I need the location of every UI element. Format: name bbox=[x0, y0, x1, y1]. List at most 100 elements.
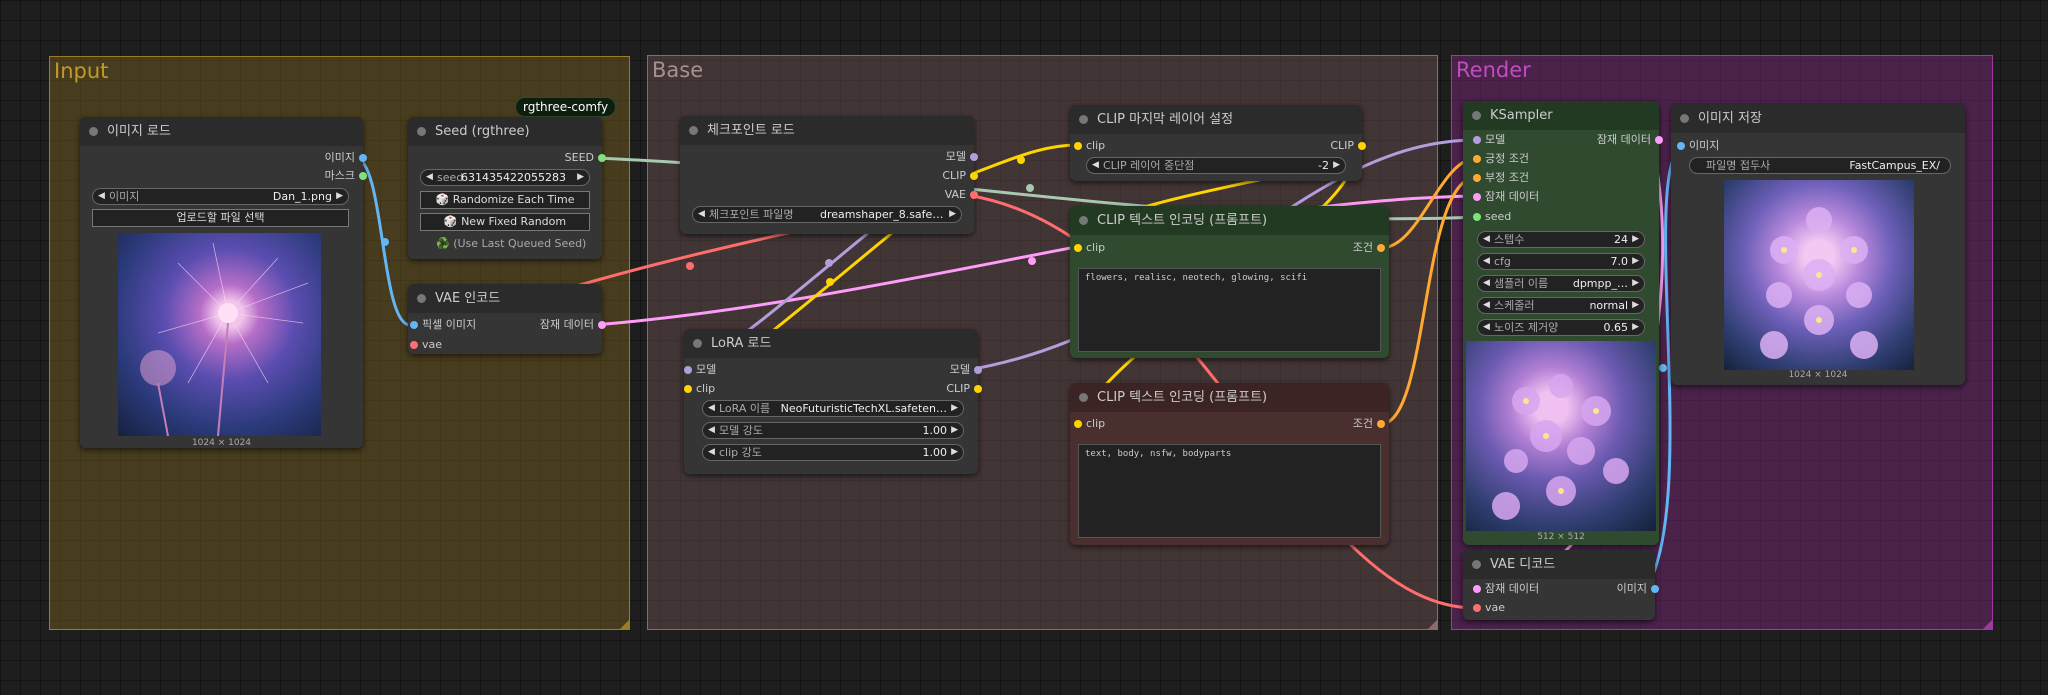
arrow-left-icon[interactable]: ◀ bbox=[708, 423, 715, 438]
slot-dot[interactable] bbox=[1074, 244, 1082, 252]
slot-dot[interactable] bbox=[974, 385, 982, 393]
arrow-right-icon[interactable]: ▶ bbox=[336, 189, 343, 204]
node-ksampler[interactable]: KSampler 모델 긍정 조건 부정 조건 잠재 데이터 seed 잠재 데… bbox=[1463, 101, 1663, 545]
input-model[interactable]: 모델 bbox=[1473, 133, 1505, 147]
slot-dot[interactable] bbox=[1473, 604, 1481, 612]
slot-dot[interactable] bbox=[1655, 136, 1663, 144]
node-title[interactable]: 이미지 저장 bbox=[1671, 104, 1965, 133]
node-title[interactable]: Seed (rgthree) bbox=[408, 117, 602, 146]
denoise-widget[interactable]: ◀ 노이즈 제거양 0.65 ▶ bbox=[1477, 319, 1645, 336]
input-vae[interactable]: vae bbox=[1473, 601, 1505, 615]
slot-dot[interactable] bbox=[974, 366, 982, 374]
arrow-left-icon[interactable]: ◀ bbox=[1483, 298, 1490, 313]
slot-dot[interactable] bbox=[684, 366, 692, 374]
collapse-dot[interactable] bbox=[1472, 111, 1481, 120]
checkpoint-combo[interactable]: ◀ 체크포인트 파일명 dreamshaper_8.safet… ▶ bbox=[692, 206, 962, 223]
arrow-right-icon[interactable]: ▶ bbox=[1333, 158, 1340, 173]
node-vae-encode[interactable]: VAE 인코드 픽셀 이미지 vae 잠재 데이터 bbox=[408, 284, 606, 354]
arrow-right-icon[interactable]: ▶ bbox=[951, 401, 958, 416]
node-save-image[interactable]: 이미지 저장 이미지 파일명 접두사 FastCampus_EX/ 1024 ×… bbox=[1671, 104, 1965, 385]
node-title[interactable]: CLIP 텍스트 인코딩 (프롬프트) bbox=[1070, 206, 1389, 235]
arrow-right-icon[interactable]: ▶ bbox=[1632, 254, 1639, 269]
image-combo[interactable]: ◀ 이미지 Dan_1.png ▶ bbox=[92, 188, 349, 205]
input-clip[interactable]: clip bbox=[684, 382, 715, 396]
input-clip[interactable]: clip bbox=[1074, 241, 1105, 255]
collapse-dot[interactable] bbox=[1472, 560, 1481, 569]
node-title[interactable]: VAE 디코드 bbox=[1463, 550, 1655, 579]
node-clip-text-encode-positive[interactable]: CLIP 텍스트 인코딩 (프롬프트) clip 조건 flowers, rea… bbox=[1070, 206, 1389, 358]
collapse-dot[interactable] bbox=[1680, 114, 1689, 123]
output-mask[interactable]: 마스크 bbox=[325, 169, 367, 183]
slot-dot[interactable] bbox=[1473, 136, 1481, 144]
slot-dot[interactable] bbox=[1473, 155, 1481, 163]
slot-dot[interactable] bbox=[684, 385, 692, 393]
output-image[interactable]: 이미지 bbox=[1617, 582, 1659, 596]
cfg-widget[interactable]: ◀ cfg 7.0 ▶ bbox=[1477, 253, 1645, 270]
slot-dot[interactable] bbox=[359, 154, 367, 162]
scheduler-combo[interactable]: ◀ 스케줄러 normal ▶ bbox=[1477, 297, 1645, 314]
slot-dot[interactable] bbox=[1473, 585, 1481, 593]
output-seed[interactable]: SEED bbox=[565, 151, 606, 165]
node-lora-loader[interactable]: LoRA 로드 모델 clip 모델 CLIP ◀ LoRA 이름 NeoFut… bbox=[684, 329, 982, 474]
output-model[interactable]: 모델 bbox=[950, 363, 982, 377]
node-title[interactable]: CLIP 마지막 레이어 설정 bbox=[1070, 105, 1362, 134]
output-clip[interactable]: CLIP bbox=[946, 382, 982, 396]
clip-stop-layer-widget[interactable]: ◀ CLIP 레이어 중단점 -2 ▶ bbox=[1086, 157, 1346, 174]
arrow-left-icon[interactable]: ◀ bbox=[98, 189, 105, 204]
output-conditioning[interactable]: 조건 bbox=[1353, 417, 1385, 431]
slot-dot[interactable] bbox=[970, 191, 978, 199]
collapse-dot[interactable] bbox=[89, 127, 98, 136]
node-seed[interactable]: Seed (rgthree) SEED ◀ seed 6314354220552… bbox=[408, 117, 606, 259]
arrow-right-icon[interactable]: ▶ bbox=[1632, 298, 1639, 313]
slot-dot[interactable] bbox=[1651, 585, 1659, 593]
upload-file-button[interactable]: 업로드할 파일 선택 bbox=[92, 209, 349, 227]
arrow-left-icon[interactable]: ◀ bbox=[708, 401, 715, 416]
collapse-dot[interactable] bbox=[1079, 216, 1088, 225]
slot-dot[interactable] bbox=[1473, 213, 1481, 221]
negative-prompt-textarea[interactable]: text, body, nsfw, bodyparts bbox=[1078, 444, 1381, 538]
slot-dot[interactable] bbox=[598, 154, 606, 162]
model-strength-widget[interactable]: ◀ 모델 강도 1.00 ▶ bbox=[702, 422, 964, 439]
sampler-name-combo[interactable]: ◀ 샘플러 이름 dpmpp_… ▶ bbox=[1477, 275, 1645, 292]
output-latent[interactable]: 잠재 데이터 bbox=[540, 318, 606, 332]
node-clip-set-last-layer[interactable]: CLIP 마지막 레이어 설정 clip CLIP ◀ CLIP 레이어 중단점… bbox=[1070, 105, 1366, 181]
steps-widget[interactable]: ◀ 스텝수 24 ▶ bbox=[1477, 231, 1645, 248]
new-fixed-random-button[interactable]: 🎲 New Fixed Random bbox=[420, 213, 590, 231]
node-load-image[interactable]: 이미지 로드 이미지 마스크 ◀ 이미지 Dan_1.png ▶ 업로드할 파일… bbox=[80, 117, 367, 448]
arrow-left-icon[interactable]: ◀ bbox=[698, 207, 705, 222]
output-model[interactable]: 모델 bbox=[946, 150, 978, 164]
slot-dot[interactable] bbox=[1074, 420, 1082, 428]
node-title[interactable]: 이미지 로드 bbox=[80, 117, 363, 146]
arrow-left-icon[interactable]: ◀ bbox=[1483, 276, 1490, 291]
slot-dot[interactable] bbox=[1377, 244, 1385, 252]
output-clip[interactable]: CLIP bbox=[1330, 139, 1366, 153]
slot-dot[interactable] bbox=[410, 321, 418, 329]
node-clip-text-encode-negative[interactable]: CLIP 텍스트 인코딩 (프롬프트) clip 조건 text, body, … bbox=[1070, 383, 1389, 545]
slot-dot[interactable] bbox=[970, 172, 978, 180]
input-latent[interactable]: 잠재 데이터 bbox=[1473, 190, 1539, 204]
slot-dot[interactable] bbox=[1473, 193, 1481, 201]
collapse-dot[interactable] bbox=[693, 339, 702, 348]
arrow-right-icon[interactable]: ▶ bbox=[949, 207, 956, 222]
input-vae[interactable]: vae bbox=[410, 338, 442, 352]
arrow-left-icon[interactable]: ◀ bbox=[1483, 254, 1490, 269]
slot-dot[interactable] bbox=[1377, 420, 1385, 428]
slot-dot[interactable] bbox=[1473, 174, 1481, 182]
randomize-each-time-button[interactable]: 🎲 Randomize Each Time bbox=[420, 191, 590, 209]
output-latent[interactable]: 잠재 데이터 bbox=[1597, 133, 1663, 147]
node-checkpoint-loader[interactable]: 체크포인트 로드 모델 CLIP VAE ◀ 체크포인트 파일명 dreamsh… bbox=[680, 116, 978, 234]
slot-dot[interactable] bbox=[1074, 142, 1082, 150]
arrow-left-icon[interactable]: ◀ bbox=[1483, 320, 1490, 335]
output-image[interactable]: 이미지 bbox=[325, 151, 367, 165]
input-model[interactable]: 모델 bbox=[684, 363, 716, 377]
node-title[interactable]: LoRA 로드 bbox=[684, 329, 978, 358]
slot-dot[interactable] bbox=[1358, 142, 1366, 150]
collapse-dot[interactable] bbox=[1079, 393, 1088, 402]
arrow-right-icon[interactable]: ▶ bbox=[1632, 276, 1639, 291]
input-clip[interactable]: clip bbox=[1074, 417, 1105, 431]
arrow-left-icon[interactable]: ◀ bbox=[708, 445, 715, 460]
use-last-seed-button[interactable]: ♻️ (Use Last Queued Seed) bbox=[436, 237, 586, 250]
slot-dot[interactable] bbox=[359, 172, 367, 180]
collapse-dot[interactable] bbox=[1079, 115, 1088, 124]
clip-strength-widget[interactable]: ◀ clip 강도 1.00 ▶ bbox=[702, 444, 964, 461]
